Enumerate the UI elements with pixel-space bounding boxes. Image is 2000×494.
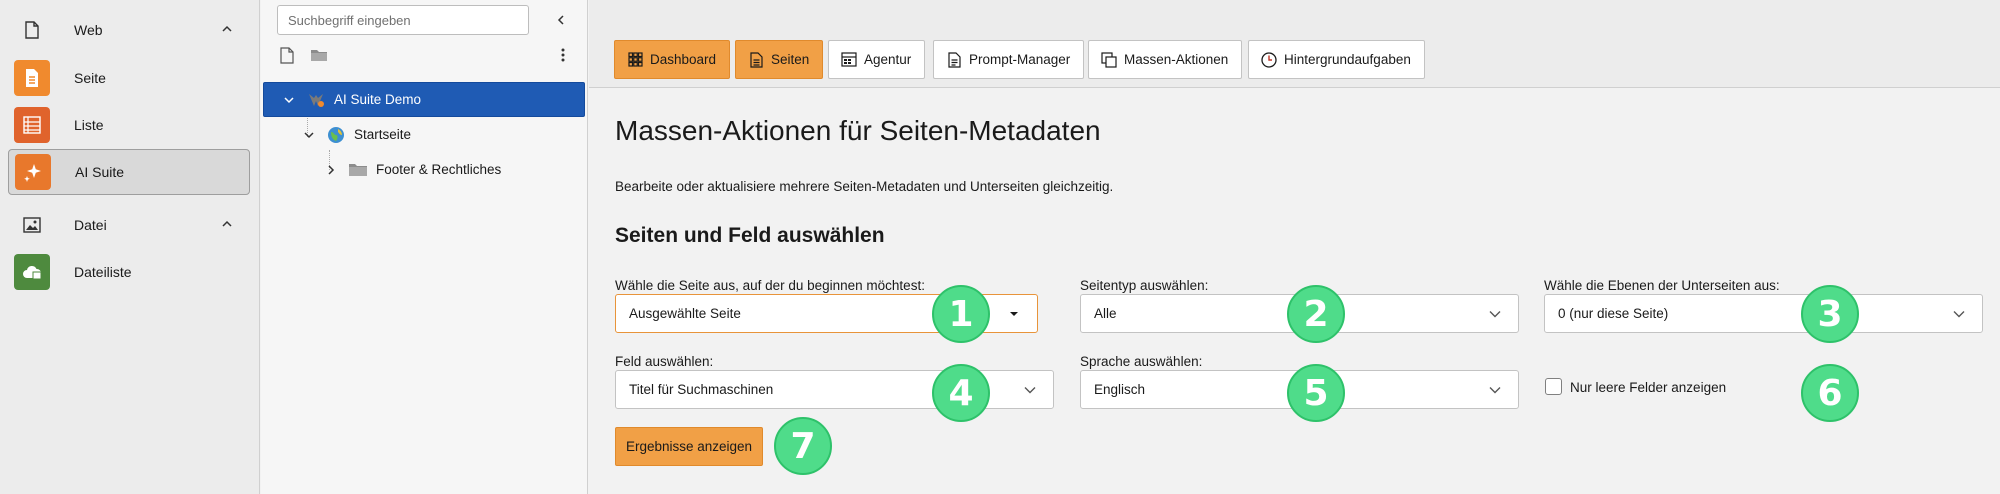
module-item-seite[interactable]: Seite xyxy=(8,55,250,101)
select-value: Englisch xyxy=(1094,382,1146,397)
tree-node-label: Footer & Rechtliches xyxy=(376,162,502,177)
tree-search-input[interactable] xyxy=(277,5,529,35)
tab-label: Dashboard xyxy=(650,52,717,67)
annotation-badge: 3 xyxy=(1801,285,1859,343)
module-group-label: Datei xyxy=(74,217,107,233)
new-page-icon[interactable] xyxy=(277,45,297,65)
chevron-down-icon xyxy=(1488,307,1502,321)
annotation-badge: 1 xyxy=(932,285,990,343)
select-value: Alle xyxy=(1094,306,1117,321)
annotation-badge: 6 xyxy=(1801,364,1859,422)
folder-icon xyxy=(348,160,368,180)
chevron-right-icon[interactable] xyxy=(324,163,338,177)
only-empty-checkbox[interactable] xyxy=(1545,378,1562,395)
chevron-down-icon xyxy=(1952,307,1966,321)
tab-label: Prompt-Manager xyxy=(969,52,1071,67)
agency-icon xyxy=(841,52,857,68)
globe-icon xyxy=(326,125,346,145)
language-label: Sprache auswählen: xyxy=(1080,354,1203,369)
tree-node-startseite[interactable]: Startseite xyxy=(263,117,411,152)
module-group-label: Web xyxy=(74,22,103,38)
copy-icon xyxy=(1101,51,1117,68)
select-value: Titel für Suchmaschinen xyxy=(629,382,774,397)
chevron-down-icon xyxy=(1023,383,1037,397)
tab-prompt-manager[interactable]: Prompt-Manager xyxy=(933,40,1085,79)
module-item-ai-suite[interactable]: AI Suite xyxy=(8,149,250,195)
levels-label: Wähle die Ebenen der Unterseiten aus: xyxy=(1544,278,1780,293)
tab-hintergrundaufgaben[interactable]: Hintergrundaufgaben xyxy=(1248,40,1425,79)
annotation-badge: 5 xyxy=(1287,364,1345,422)
chevron-down-icon xyxy=(1488,383,1502,397)
module-group-datei[interactable]: Datei xyxy=(12,205,248,245)
annotation-badge: 4 xyxy=(932,364,990,422)
module-item-label: AI Suite xyxy=(75,164,125,180)
annotation-badge: 7 xyxy=(774,417,832,475)
tree-node-label: AI Suite Demo xyxy=(334,92,422,107)
page-title: Massen-Aktionen für Seiten-Metadaten xyxy=(615,115,1101,146)
tab-label: Hintergrundaufgaben xyxy=(1284,52,1411,67)
module-item-dateiliste[interactable]: Dateiliste xyxy=(8,249,250,295)
tree-node-footer-rechtliches[interactable]: Footer & Rechtliches xyxy=(263,152,501,187)
tab-label: Agentur xyxy=(864,52,912,67)
more-options-icon[interactable] xyxy=(553,45,573,65)
ai-sparkle-icon xyxy=(15,154,51,190)
grid-icon xyxy=(627,52,643,68)
tab-label: Seiten xyxy=(771,52,810,67)
page-module-icon xyxy=(14,60,50,96)
module-group-web[interactable]: Web xyxy=(12,10,248,50)
chevron-up-icon[interactable] xyxy=(220,22,234,39)
annotation-badge: 2 xyxy=(1287,285,1345,343)
prompt-icon xyxy=(946,51,962,68)
tab-massen-aktionen[interactable]: Massen-Aktionen xyxy=(1088,40,1243,79)
image-icon xyxy=(14,207,50,243)
page-outline-icon xyxy=(14,12,50,48)
page-tree-panel: AI Suite Demo Startseite Footer & Rechtl… xyxy=(261,0,588,494)
section-title: Seiten und Feld auswählen xyxy=(615,224,885,247)
tree-node-ai-suite-demo[interactable]: AI Suite Demo xyxy=(263,82,585,117)
caret-down-icon xyxy=(1007,307,1021,321)
tab-seiten[interactable]: Seiten xyxy=(735,40,824,79)
select-value: 0 (nur diese Seite) xyxy=(1558,306,1669,321)
tab-agentur[interactable]: Agentur xyxy=(828,40,926,79)
start-page-label: Wähle die Seite aus, auf der du beginnen… xyxy=(615,278,925,293)
main-content: Dashboard Seiten Agentur Prompt-Manager … xyxy=(589,0,2000,494)
module-item-label: Dateiliste xyxy=(74,264,132,280)
page-description: Bearbeite oder aktualisiere mehrere Seit… xyxy=(615,179,1114,194)
chevron-up-icon[interactable] xyxy=(220,217,234,234)
module-menu: Web Seite Liste AI Suite Datei Dateilist… xyxy=(0,0,260,494)
only-empty-label[interactable]: Nur leere Felder anzeigen xyxy=(1570,380,1726,395)
folder-icon[interactable] xyxy=(309,45,329,65)
show-results-button[interactable]: Ergebnisse anzeigen xyxy=(615,427,763,466)
clock-icon xyxy=(1261,51,1277,68)
levels-select[interactable]: 0 (nur diese Seite) xyxy=(1544,294,1983,333)
collapse-tree-icon[interactable] xyxy=(551,10,571,30)
chevron-down-icon[interactable] xyxy=(302,128,316,142)
list-module-icon xyxy=(14,107,50,143)
document-icon xyxy=(748,51,764,68)
tree-node-label: Startseite xyxy=(354,127,412,142)
page-type-label: Seitentyp auswählen: xyxy=(1080,278,1209,293)
module-item-label: Seite xyxy=(74,70,106,86)
select-value: Ausgewählte Seite xyxy=(629,306,741,321)
chevron-down-icon[interactable] xyxy=(282,93,296,107)
field-label: Feld auswählen: xyxy=(615,354,714,369)
cloud-files-icon xyxy=(14,254,50,290)
module-item-label: Liste xyxy=(74,117,104,133)
tab-dashboard[interactable]: Dashboard xyxy=(614,40,731,79)
module-item-liste[interactable]: Liste xyxy=(8,102,250,148)
tab-label: Massen-Aktionen xyxy=(1124,52,1229,67)
site-root-icon xyxy=(306,90,326,110)
module-tab-bar: Dashboard Seiten Agentur Prompt-Manager … xyxy=(589,0,2000,88)
